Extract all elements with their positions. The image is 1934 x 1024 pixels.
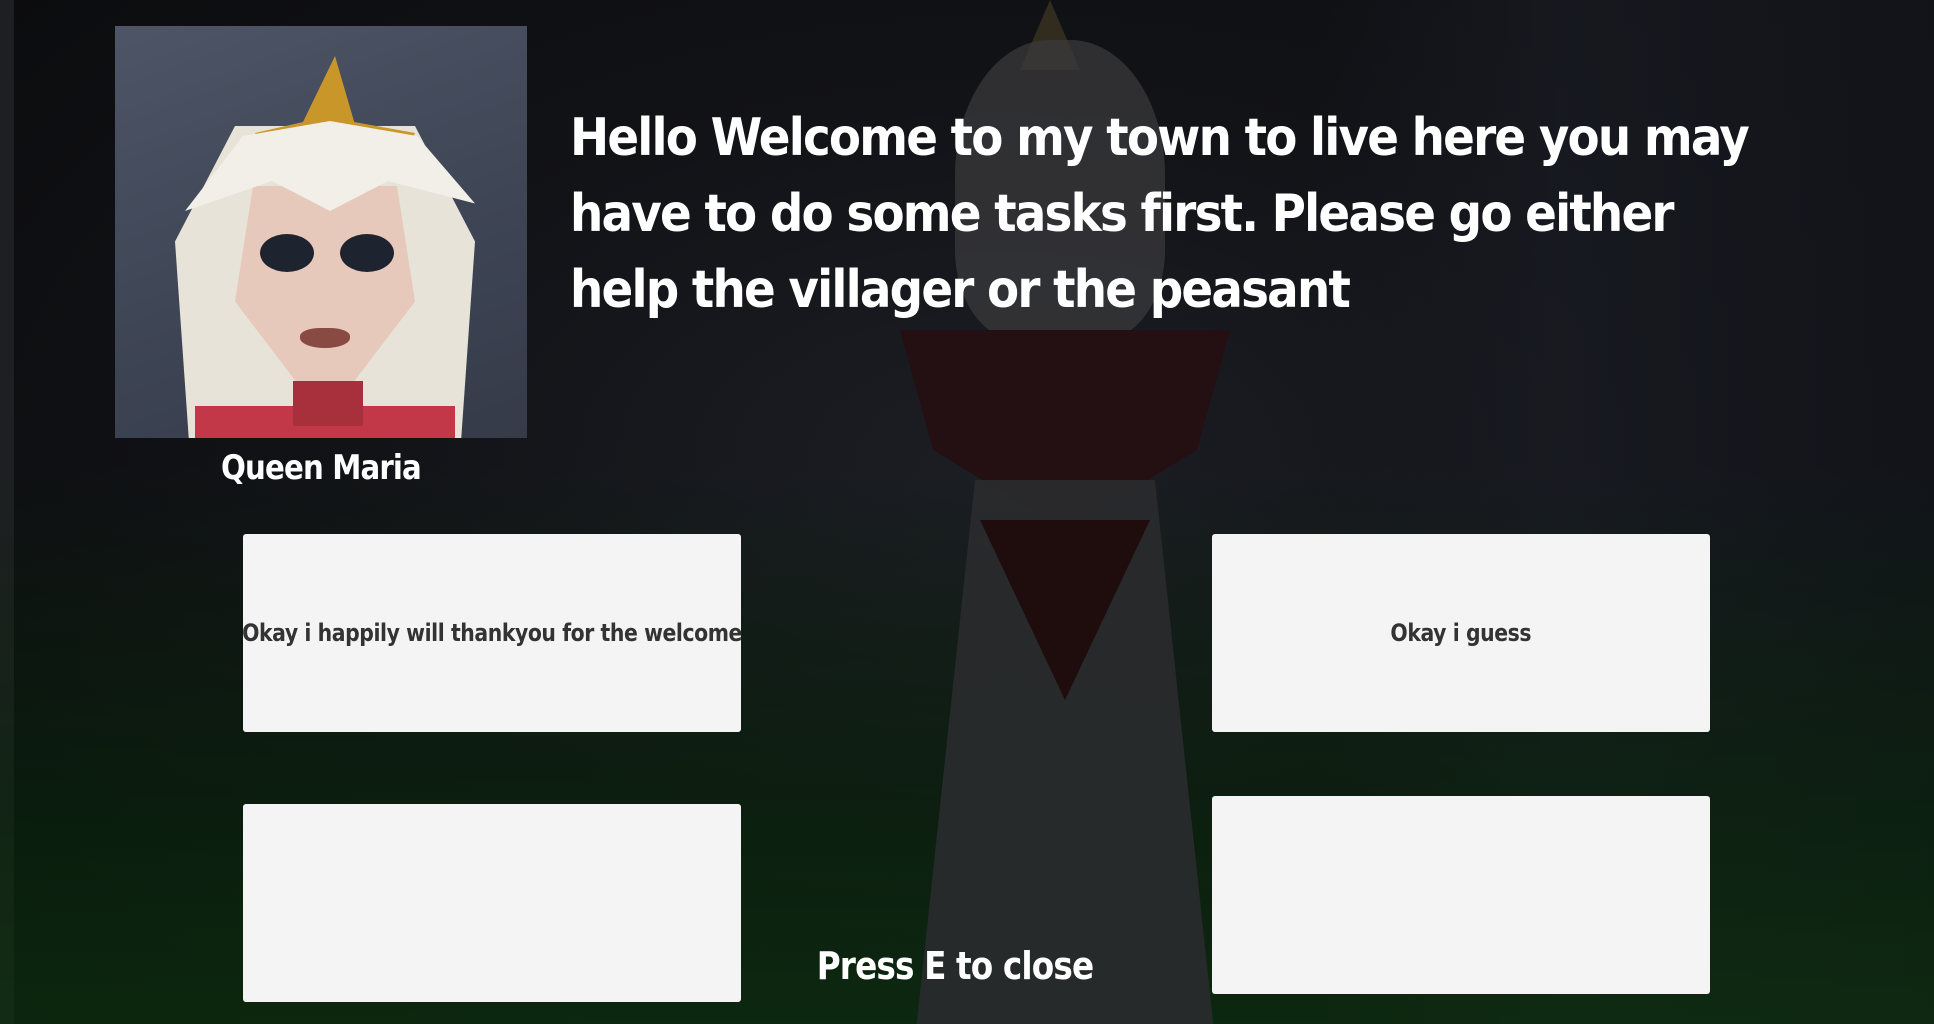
choice-button-1[interactable]: Okay i happily will thankyou for the wel…: [242, 534, 742, 732]
portrait-lips: [300, 328, 350, 348]
speaker-portrait: [115, 26, 527, 438]
portrait-collar: [293, 381, 363, 426]
dialogue-text: Hello Welcome to my town to live here yo…: [570, 108, 1750, 320]
choice-label: Okay i happily will thankyou for the wel…: [242, 619, 742, 647]
portrait-left-eye: [260, 234, 314, 272]
choice-button-4[interactable]: [1212, 796, 1710, 994]
portrait-right-eye: [340, 234, 394, 272]
close-hint: Press E to close: [816, 944, 1094, 988]
choice-label: Okay i guess: [1390, 619, 1532, 647]
choice-button-2[interactable]: Okay i guess: [1212, 534, 1710, 732]
choice-button-3[interactable]: [243, 804, 741, 1002]
speaker-name: Queen Maria: [221, 448, 422, 488]
